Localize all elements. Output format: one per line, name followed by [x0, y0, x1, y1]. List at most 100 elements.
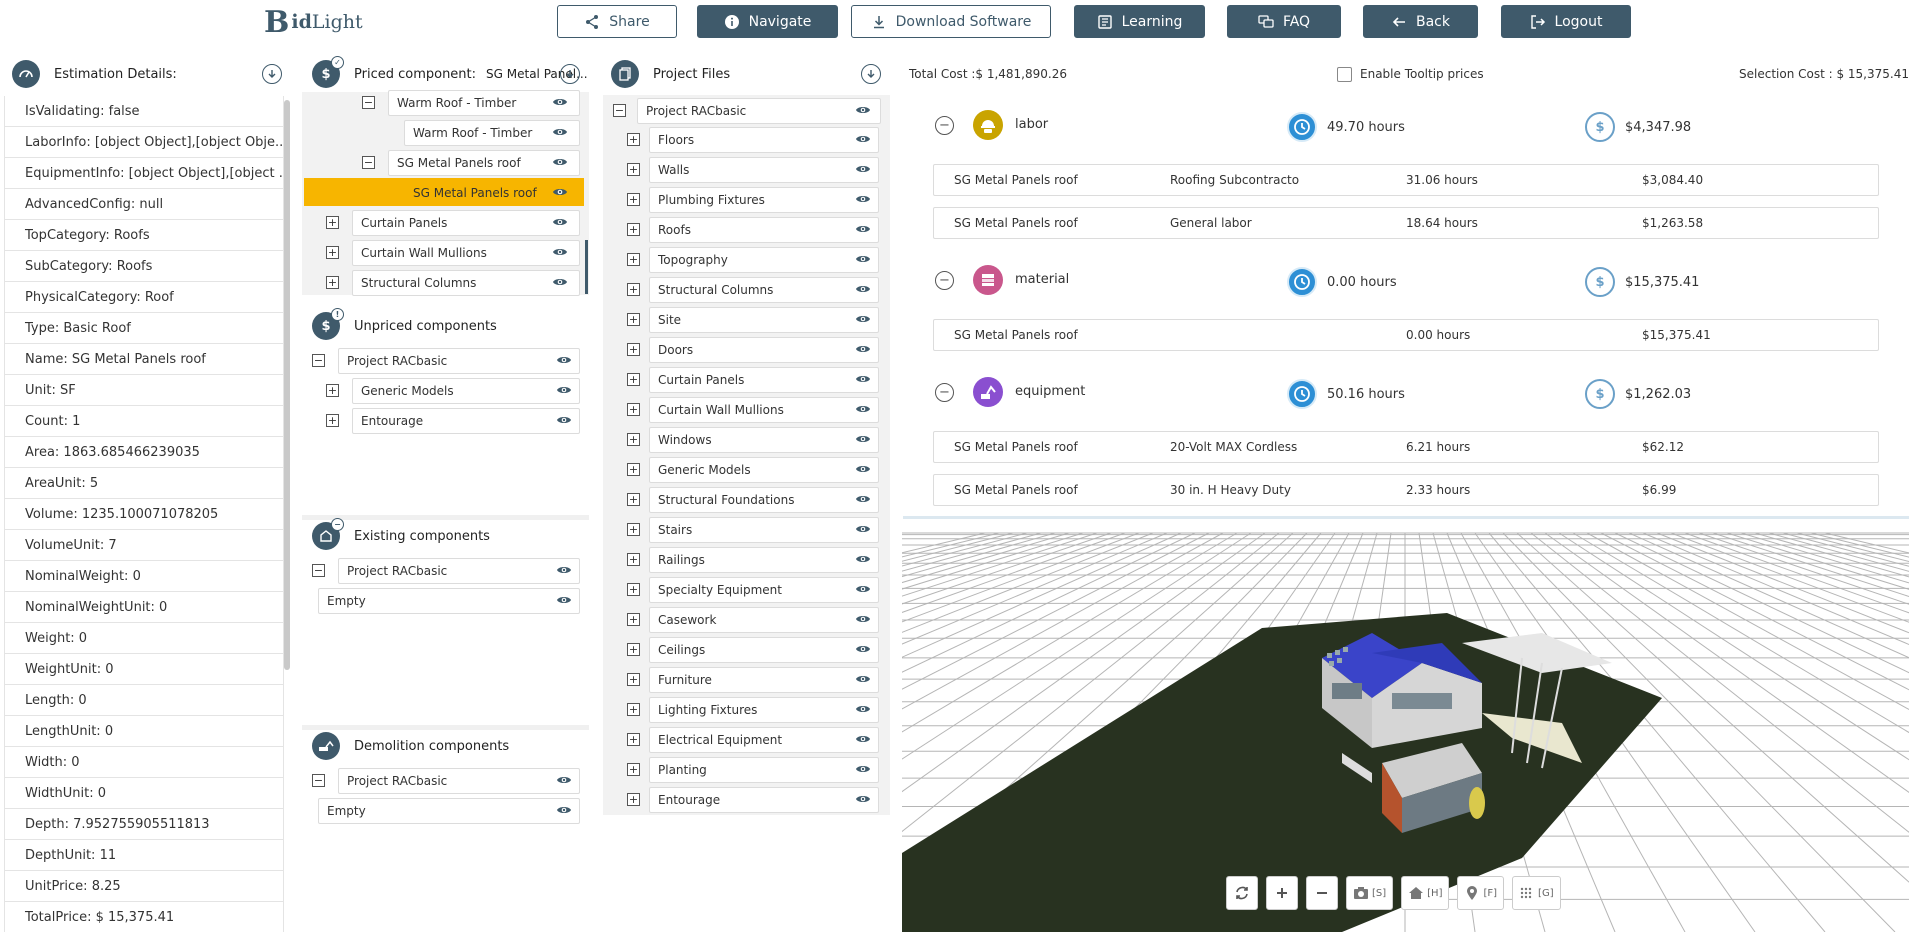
faq-button[interactable]: FAQ: [1227, 5, 1341, 38]
expand-box-icon[interactable]: +: [627, 763, 640, 776]
cost-line-item[interactable]: SG Metal Panels roof 20-Volt MAX Cordless…: [933, 431, 1879, 463]
project-file-item[interactable]: + Ceilings: [605, 635, 885, 663]
eye-icon[interactable]: [552, 216, 568, 228]
project-file-item[interactable]: + Electrical Equipment: [605, 725, 885, 753]
tree-row[interactable]: − Project RACbasic: [304, 346, 584, 374]
project-file-item[interactable]: + Walls: [605, 155, 885, 183]
project-file-item[interactable]: + Structural Foundations: [605, 485, 885, 513]
eye-icon[interactable]: [855, 343, 871, 355]
eye-icon[interactable]: [855, 643, 871, 655]
project-file-item[interactable]: + Stairs: [605, 515, 885, 543]
tree-label[interactable]: Topography: [649, 247, 879, 273]
expand-box-icon[interactable]: +: [326, 276, 339, 289]
eye-icon[interactable]: [855, 613, 871, 625]
tree-label[interactable]: Planting: [649, 757, 879, 783]
3d-viewer[interactable]: [902, 523, 1909, 932]
eye-icon[interactable]: [855, 553, 871, 565]
project-file-item[interactable]: + Doors: [605, 335, 885, 363]
eye-icon[interactable]: [855, 133, 871, 145]
project-file-item[interactable]: + Planting: [605, 755, 885, 783]
zoom-out-button[interactable]: [1306, 876, 1338, 910]
tree-row[interactable]: + Generic Models: [304, 376, 584, 404]
eye-icon[interactable]: [556, 804, 572, 816]
project-file-item[interactable]: + Floors: [605, 125, 885, 153]
tree-label[interactable]: Structural Columns: [352, 270, 580, 296]
tree-row[interactable]: + Curtain Wall Mullions: [304, 238, 584, 266]
tree-label[interactable]: Walls: [649, 157, 879, 183]
eye-icon[interactable]: [855, 403, 871, 415]
project-file-item[interactable]: + Casework: [605, 605, 885, 633]
tree-row[interactable]: Warm Roof - Timber: [304, 118, 584, 146]
tree-label[interactable]: Doors: [649, 337, 879, 363]
eye-icon[interactable]: [552, 276, 568, 288]
collapse-box-icon[interactable]: −: [362, 156, 375, 169]
priced-scrollbar[interactable]: [585, 240, 588, 294]
tree-label[interactable]: Entourage: [352, 408, 580, 434]
project-file-item[interactable]: + Lighting Fixtures: [605, 695, 885, 723]
project-file-item[interactable]: + Plumbing Fixtures: [605, 185, 885, 213]
eye-icon[interactable]: [855, 523, 871, 535]
tree-label[interactable]: Furniture: [649, 667, 879, 693]
expand-box-icon[interactable]: +: [627, 733, 640, 746]
collapse-box-icon[interactable]: −: [362, 96, 375, 109]
expand-box-icon[interactable]: +: [627, 253, 640, 266]
expand-box-icon[interactable]: +: [627, 493, 640, 506]
tooltip-prices-toggle[interactable]: Enable Tooltip prices: [1337, 66, 1484, 82]
tree-row[interactable]: + Curtain Panels: [304, 208, 584, 236]
project-file-item[interactable]: + Site: [605, 305, 885, 333]
project-file-item[interactable]: + Railings: [605, 545, 885, 573]
expand-box-icon[interactable]: +: [326, 216, 339, 229]
expand-box-icon[interactable]: +: [326, 384, 339, 397]
project-file-item[interactable]: + Generic Models: [605, 455, 885, 483]
home-view-button[interactable]: [H]: [1401, 876, 1450, 910]
project-file-item[interactable]: + Furniture: [605, 665, 885, 693]
tree-label[interactable]: Generic Models: [649, 457, 879, 483]
tree-label[interactable]: Floors: [649, 127, 879, 153]
tree-label[interactable]: Electrical Equipment: [649, 727, 879, 753]
eye-icon[interactable]: [552, 156, 568, 168]
tree-row[interactable]: − Project RACbasic: [304, 556, 584, 584]
eye-icon[interactable]: [855, 583, 871, 595]
tree-label[interactable]: Project RACbasic: [637, 98, 881, 124]
navigate-button[interactable]: Navigate: [697, 5, 838, 38]
eye-icon[interactable]: [855, 193, 871, 205]
collapse-circle-icon[interactable]: −: [935, 383, 954, 402]
tree-label[interactable]: Empty: [318, 588, 580, 614]
expand-box-icon[interactable]: +: [627, 403, 640, 416]
project-file-item[interactable]: + Specialty Equipment: [605, 575, 885, 603]
expand-box-icon[interactable]: +: [326, 414, 339, 427]
eye-icon[interactable]: [556, 564, 572, 576]
cost-line-item[interactable]: SG Metal Panels roof General labor 18.64 h…: [933, 207, 1879, 239]
eye-icon[interactable]: [855, 163, 871, 175]
tree-label[interactable]: Curtain Wall Mullions: [649, 397, 879, 423]
eye-icon[interactable]: [855, 673, 871, 685]
learning-button[interactable]: Learning: [1074, 5, 1205, 38]
expand-box-icon[interactable]: +: [627, 373, 640, 386]
eye-icon[interactable]: [855, 793, 871, 805]
zoom-in-button[interactable]: [1266, 876, 1298, 910]
expand-box-icon[interactable]: +: [627, 343, 640, 356]
share-button[interactable]: Share: [557, 5, 677, 38]
project-file-item[interactable]: + Curtain Panels: [605, 365, 885, 393]
project-file-item[interactable]: + Entourage: [605, 785, 885, 813]
project-file-item[interactable]: + Windows: [605, 425, 885, 453]
collapse-box-icon[interactable]: −: [312, 774, 325, 787]
eye-icon[interactable]: [552, 246, 568, 258]
tree-label[interactable]: Empty: [318, 798, 580, 824]
focus-button[interactable]: [F]: [1457, 876, 1505, 910]
expand-box-icon[interactable]: +: [627, 613, 640, 626]
eye-icon[interactable]: [556, 384, 572, 396]
reset-view-button[interactable]: [1226, 876, 1258, 910]
expand-box-icon[interactable]: +: [627, 313, 640, 326]
expand-box-icon[interactable]: +: [627, 163, 640, 176]
screenshot-button[interactable]: [S]: [1346, 876, 1394, 910]
tree-label[interactable]: Structural Foundations: [649, 487, 879, 513]
cost-line-item[interactable]: SG Metal Panels roof 0.00 hours $15,375.41: [933, 319, 1879, 351]
tree-label[interactable]: Project RACbasic: [338, 558, 580, 584]
tree-label[interactable]: Site: [649, 307, 879, 333]
tree-row[interactable]: − SG Metal Panels roof: [304, 148, 584, 176]
eye-icon[interactable]: [855, 104, 871, 116]
tree-label[interactable]: Curtain Panels: [649, 367, 879, 393]
expand-box-icon[interactable]: +: [627, 193, 640, 206]
eye-icon[interactable]: [556, 414, 572, 426]
